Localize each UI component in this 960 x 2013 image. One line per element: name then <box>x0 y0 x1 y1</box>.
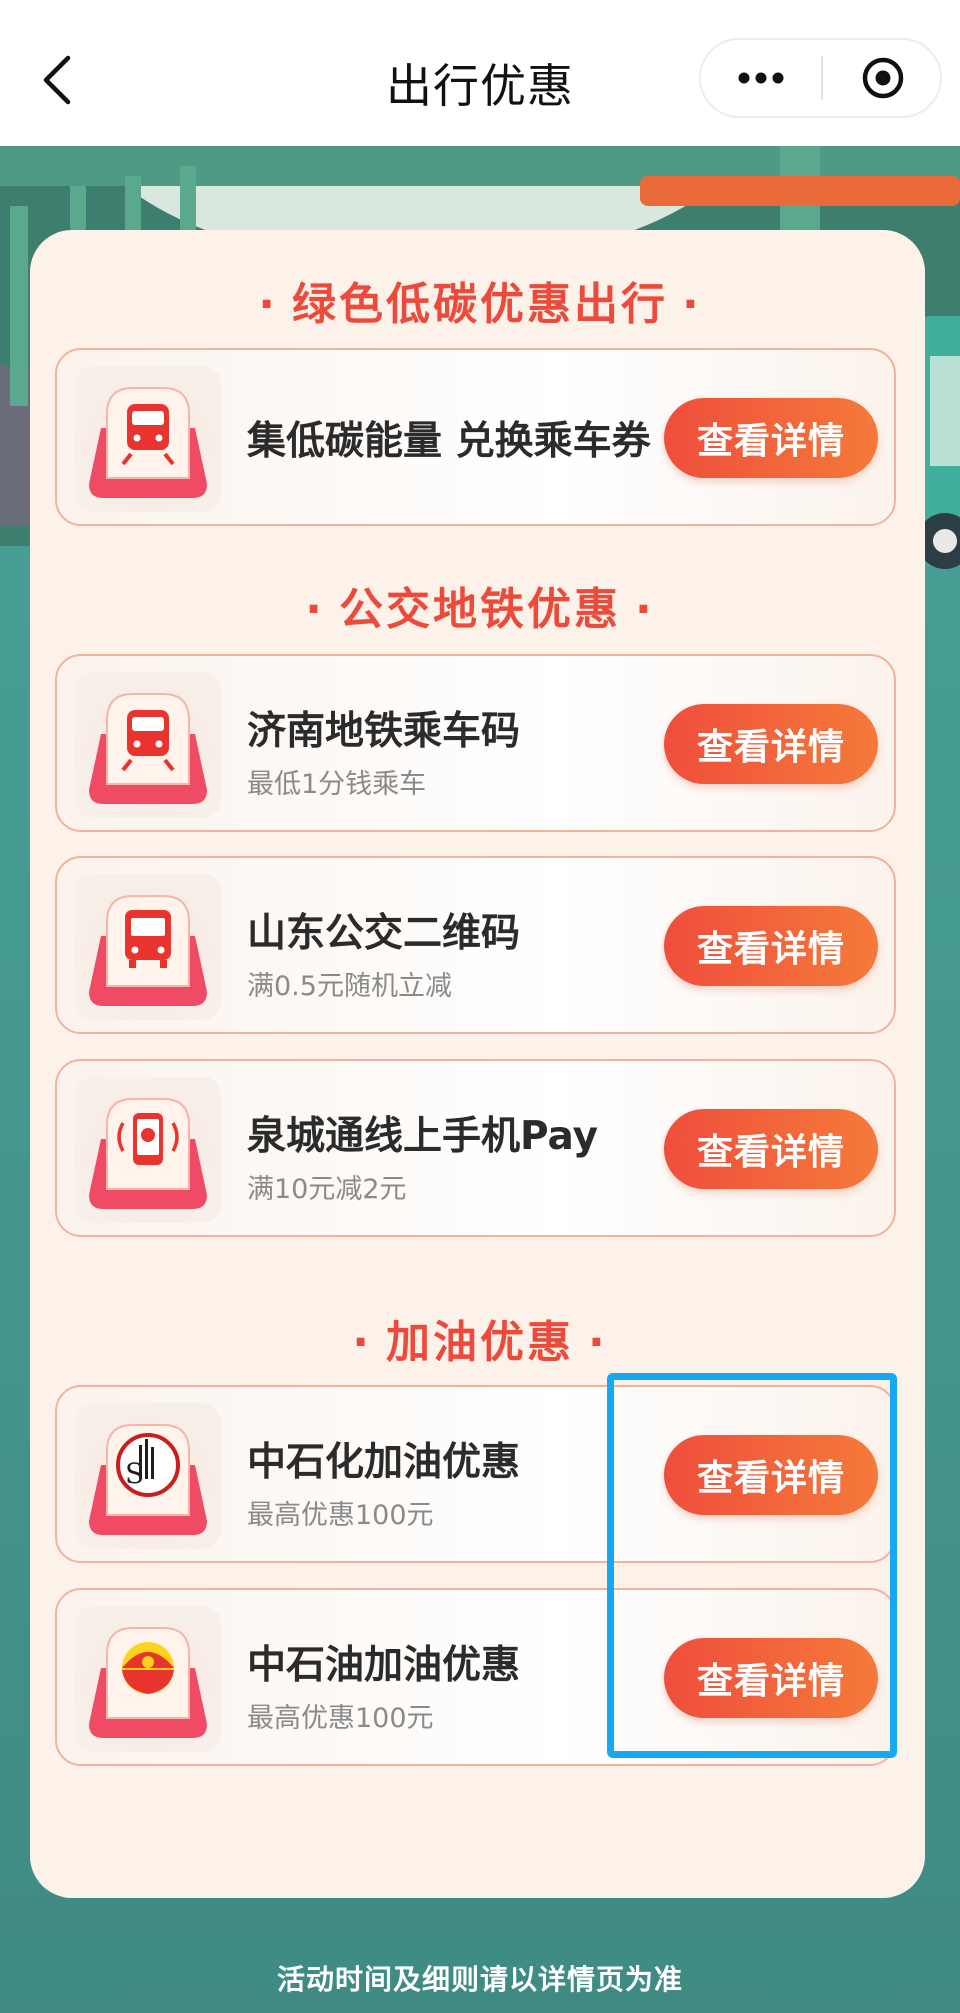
view-details-button[interactable]: 查看详情 <box>664 1109 878 1189</box>
item-title: 济南地铁乘车码 <box>247 709 521 754</box>
section-title-fuel: · 加油优惠 · <box>352 1317 608 1368</box>
item-title: 泉城通线上手机Pay <box>247 1114 599 1159</box>
more-dots-icon <box>738 72 784 84</box>
footer-note: 活动时间及细则请以详情页为准 <box>276 1963 683 1996</box>
close-button[interactable] <box>823 40 942 116</box>
list-item-jinan-metro: 济南地铁乘车码 最低1分钱乘车 查看详情 <box>55 654 896 832</box>
list-item-quancheng-pay: 泉城通线上手机Pay 满10元减2元 查看详情 <box>55 1059 896 1237</box>
bus-icon <box>75 874 221 1020</box>
navigation-bar: 出行优惠 <box>0 0 960 146</box>
item-subtitle: 最高优惠100元 <box>247 1500 434 1531</box>
item-subtitle: 满10元减2元 <box>247 1174 407 1205</box>
list-item-low-carbon: 集低碳能量 兑换乘车券 查看详情 <box>55 348 896 526</box>
item-subtitle: 最高优惠100元 <box>247 1703 434 1734</box>
item-title: 集低碳能量 兑换乘车券 <box>247 419 651 464</box>
list-item-sinopec: S 中石化加油优惠 最高优惠100元 查看详情 <box>55 1385 896 1563</box>
item-subtitle: 满0.5元随机立减 <box>247 971 452 1002</box>
list-item-shandong-bus: 山东公交二维码 满0.5元随机立减 查看详情 <box>55 856 896 1034</box>
mini-program-capsule <box>699 38 942 118</box>
petrochina-logo-icon <box>75 1606 221 1752</box>
svg-text:S: S <box>125 1457 144 1490</box>
section-title-green-travel: · 绿色低碳优惠出行 · <box>258 279 702 330</box>
item-title: 山东公交二维码 <box>247 911 521 956</box>
item-title: 中石化加油优惠 <box>247 1440 521 1485</box>
view-details-button[interactable]: 查看详情 <box>664 906 878 986</box>
section-title-bus-metro: · 公交地铁优惠 · <box>305 584 655 635</box>
close-circle-icon <box>862 57 903 99</box>
phone-pay-icon <box>75 1077 221 1223</box>
sinopec-logo-icon: S <box>75 1403 221 1549</box>
item-subtitle: 最低1分钱乘车 <box>247 769 427 800</box>
subway-icon <box>75 672 221 818</box>
more-button[interactable] <box>701 40 821 116</box>
view-details-button[interactable]: 查看详情 <box>664 398 878 478</box>
item-title: 中石油加油优惠 <box>247 1643 521 1688</box>
view-details-button[interactable]: 查看详情 <box>664 1638 878 1718</box>
list-item-petrochina: 中石油加油优惠 最高优惠100元 查看详情 <box>55 1588 896 1766</box>
subway-icon <box>75 366 221 512</box>
view-details-button[interactable]: 查看详情 <box>664 1435 878 1515</box>
view-details-button[interactable]: 查看详情 <box>664 704 878 784</box>
